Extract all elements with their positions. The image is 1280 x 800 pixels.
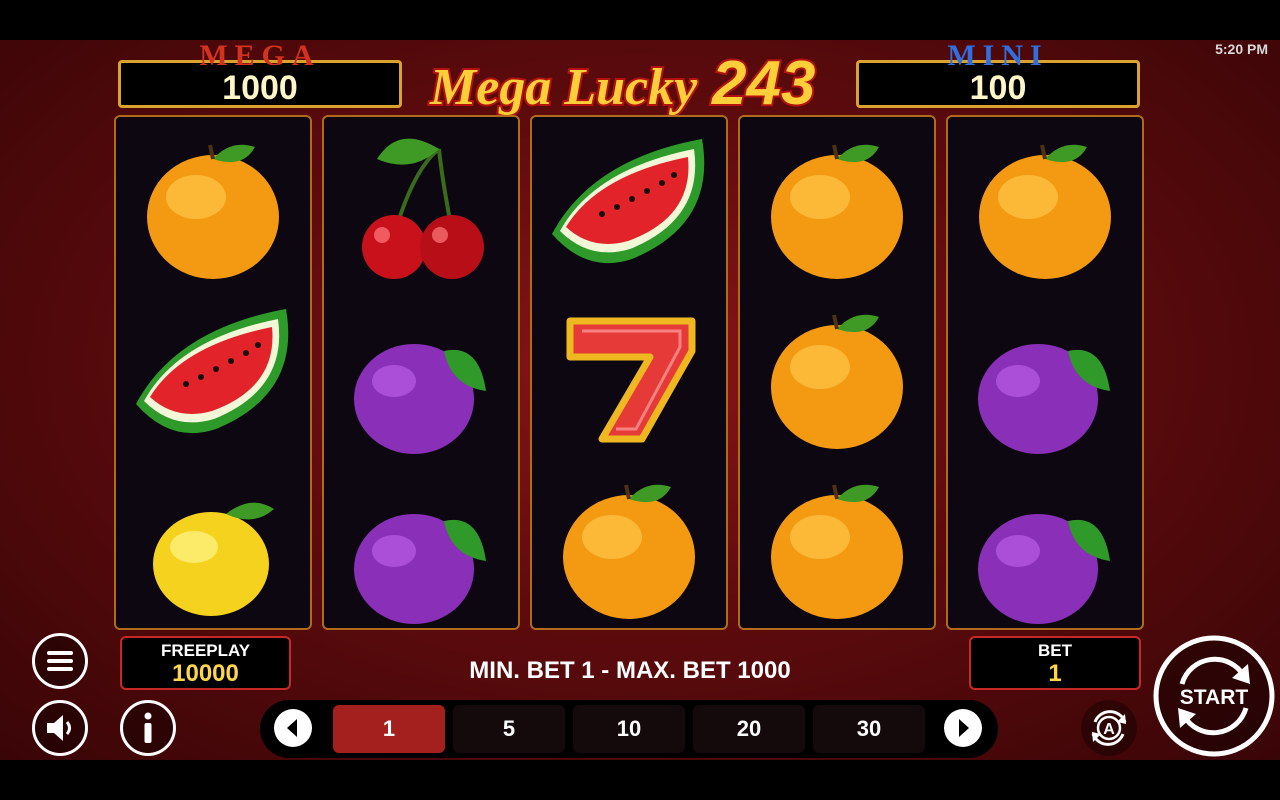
plum-icon bbox=[948, 459, 1142, 629]
sound-button[interactable] bbox=[32, 700, 88, 756]
mini-jackpot-box: MINI 100 bbox=[856, 41, 1140, 108]
mega-jackpot-title: MEGA bbox=[199, 39, 321, 72]
bet-option-1[interactable]: 1 bbox=[333, 705, 445, 753]
speaker-icon bbox=[47, 715, 71, 741]
info-icon bbox=[144, 712, 152, 743]
hamburger-icon bbox=[47, 651, 73, 671]
bet-option-20[interactable]: 20 bbox=[693, 705, 805, 753]
freeplay-panel: FREEPLAY 10000 bbox=[120, 636, 291, 690]
orange-icon bbox=[948, 119, 1142, 289]
arrow-right-icon bbox=[959, 719, 969, 737]
plum-icon bbox=[324, 459, 518, 629]
freeplay-value: 10000 bbox=[172, 660, 239, 687]
orange-icon bbox=[532, 459, 726, 629]
menu-button[interactable] bbox=[32, 633, 88, 689]
arrow-left-icon bbox=[287, 719, 297, 737]
orange-icon bbox=[740, 289, 934, 459]
bet-option-5[interactable]: 5 bbox=[453, 705, 565, 753]
autoplay-icon: A bbox=[1091, 710, 1127, 746]
watermelon-icon bbox=[532, 119, 726, 289]
plum-icon bbox=[324, 289, 518, 459]
logo-number-text: 243 bbox=[711, 49, 815, 118]
orange-icon bbox=[740, 459, 934, 629]
start-button[interactable]: START bbox=[1152, 634, 1276, 758]
bet-panel: BET 1 bbox=[969, 636, 1141, 690]
cherry-icon bbox=[324, 119, 518, 289]
freeplay-label: FREEPLAY bbox=[160, 641, 251, 660]
mini-jackpot-title: MINI bbox=[947, 39, 1049, 72]
mini-jackpot-value: 100 bbox=[969, 69, 1027, 107]
seven-icon bbox=[532, 289, 726, 459]
bet-limits-text: MIN. BET 1 - MAX. BET 1000 bbox=[469, 657, 791, 684]
autoplay-button[interactable]: A bbox=[1081, 700, 1137, 756]
bet-value: 1 bbox=[1048, 660, 1062, 687]
lemon-icon bbox=[116, 459, 310, 629]
bet-prev-button[interactable] bbox=[274, 709, 312, 747]
start-label: START bbox=[1180, 686, 1249, 709]
logo-title-text: Mega Lucky bbox=[429, 59, 698, 116]
bet-next-button[interactable] bbox=[944, 709, 982, 747]
orange-icon bbox=[740, 119, 934, 289]
watermelon-icon bbox=[116, 289, 310, 459]
bet-label: BET bbox=[1038, 641, 1072, 660]
info-button[interactable] bbox=[120, 700, 176, 756]
mega-jackpot-value: 1000 bbox=[222, 69, 298, 107]
bet-option-30[interactable]: 30 bbox=[813, 705, 925, 753]
autoplay-label: A bbox=[1103, 721, 1115, 738]
plum-icon bbox=[948, 289, 1142, 459]
status-time: 5:20 PM bbox=[1215, 41, 1268, 57]
mega-jackpot-box: MEGA 1000 bbox=[118, 41, 402, 108]
start-button-graphic: START bbox=[1153, 635, 1275, 757]
bet-option-10[interactable]: 10 bbox=[573, 705, 685, 753]
orange-icon bbox=[116, 119, 310, 289]
